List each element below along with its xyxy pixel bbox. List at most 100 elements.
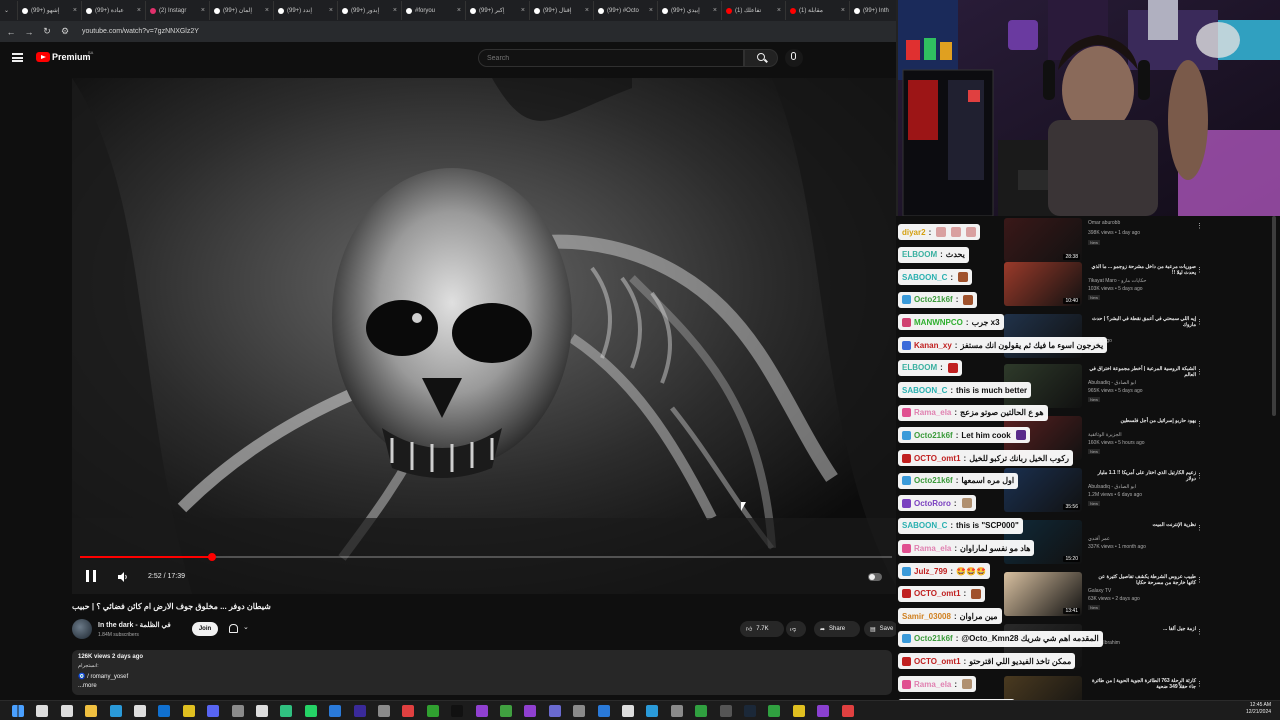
like-count[interactable]: 7.7K — [756, 626, 768, 632]
browser-tab[interactable]: #foryou × — [402, 1, 466, 20]
progress-bar[interactable] — [80, 553, 892, 561]
app-icon[interactable] — [597, 705, 610, 717]
reload-icon[interactable]: ↻ — [42, 26, 52, 37]
edge-icon[interactable] — [109, 705, 122, 717]
youtube-logo-icon[interactable] — [36, 52, 50, 62]
discord-icon[interactable] — [207, 705, 220, 717]
close-tab-icon[interactable]: × — [201, 7, 205, 14]
share-button[interactable]: ➦ Share — [814, 621, 860, 637]
app-icon[interactable] — [524, 705, 537, 717]
close-tab-icon[interactable]: × — [137, 7, 141, 14]
app-icon[interactable] — [402, 705, 415, 717]
scrollbar[interactable] — [1272, 216, 1276, 416]
browser-tab[interactable]: (99+) #Octo × — [594, 1, 658, 20]
browser-tab[interactable]: (99+) إلمان × — [210, 1, 274, 20]
more-options-icon[interactable]: ⋮ — [1196, 525, 1203, 536]
task-view-icon[interactable] — [60, 705, 73, 717]
app-icon[interactable] — [378, 705, 390, 717]
channel-name[interactable]: In the dark - في الظلمة — [98, 621, 171, 629]
app-icon[interactable] — [573, 705, 586, 717]
browser-tab[interactable]: (1) مقابلة × — [786, 1, 850, 20]
app-icon[interactable] — [670, 705, 683, 717]
outlook-icon[interactable] — [158, 705, 171, 717]
menu-icon[interactable] — [12, 53, 23, 62]
show-more-link[interactable]: ...more — [78, 683, 97, 689]
thumbs-up-icon[interactable]: 👍︎ — [746, 625, 752, 633]
video-player[interactable]: 2:52 / 17:39 — [72, 78, 900, 594]
start-icon[interactable] — [12, 705, 24, 717]
more-options-icon[interactable]: ⋮ — [1196, 577, 1203, 588]
save-button[interactable]: ▤ Save — [864, 621, 898, 637]
back-icon[interactable]: ← — [6, 27, 16, 37]
more-options-icon[interactable]: ⋮ — [1196, 267, 1203, 278]
whatsapp-icon[interactable] — [304, 705, 317, 717]
chrome-icon[interactable] — [792, 705, 805, 717]
description-box[interactable] — [72, 650, 892, 695]
store-icon[interactable] — [134, 705, 146, 717]
more-options-icon[interactable]: ⋮ — [1196, 421, 1203, 432]
bell-icon[interactable] — [229, 624, 238, 633]
browser-tab[interactable]: (2) Instagr × — [146, 1, 210, 20]
app-icon[interactable] — [256, 705, 268, 717]
volume-icon[interactable] — [118, 572, 128, 582]
more-options-icon[interactable]: ⋮ — [1196, 319, 1203, 330]
close-tab-icon[interactable]: × — [521, 7, 525, 14]
close-tab-icon[interactable]: × — [585, 7, 589, 14]
search-input[interactable] — [478, 49, 744, 67]
app-icon[interactable] — [646, 705, 659, 717]
chrome-icon[interactable] — [695, 705, 708, 717]
tab-list-chevron-icon[interactable]: ⌄ — [0, 1, 18, 20]
app-icon[interactable] — [841, 705, 854, 717]
browser-tab[interactable]: (99+) إبدور × — [338, 1, 402, 20]
browser-tab[interactable]: (99+) إندد × — [274, 1, 338, 20]
app-icon[interactable] — [548, 705, 561, 717]
steam-icon[interactable] — [744, 705, 756, 717]
channel-avatar[interactable] — [72, 619, 92, 639]
more-options-icon[interactable]: ⋮ — [1196, 473, 1203, 484]
app-icon[interactable] — [817, 705, 830, 717]
pause-icon[interactable] — [86, 570, 96, 582]
premiere-icon[interactable] — [353, 705, 366, 717]
search-taskbar-icon[interactable] — [36, 705, 49, 717]
youtube-brand[interactable]: Premium — [52, 52, 91, 62]
browser-tab[interactable]: (99+) عبادة × — [82, 1, 146, 20]
more-options-icon[interactable]: ⋮ — [1196, 369, 1203, 380]
more-options-icon[interactable]: ⋮ — [1196, 681, 1203, 692]
dislike-button[interactable]: 👎︎ — [786, 621, 806, 637]
search-button[interactable] — [744, 49, 778, 67]
description-link[interactable]: 🧿 / romany_yosef — [78, 673, 128, 680]
more-options-icon[interactable]: ⋮ — [1196, 629, 1203, 640]
app-icon[interactable] — [622, 705, 634, 717]
app-icon[interactable] — [719, 705, 732, 717]
close-tab-icon[interactable]: × — [73, 7, 77, 14]
system-clock[interactable]: 12:45 AM 12/21/2024 — [1246, 702, 1271, 716]
file-explorer-icon[interactable] — [85, 705, 98, 717]
browser-tab[interactable]: (99+) إشهو × — [18, 1, 82, 20]
join-button[interactable]: Join — [192, 622, 218, 636]
chevron-down-icon[interactable]: ⌄ — [243, 623, 249, 631]
close-tab-icon[interactable]: × — [457, 7, 461, 14]
site-info-icon[interactable]: ⚙ — [60, 26, 70, 37]
url-field[interactable]: youtube.com/watch?v=7gzNNXGlz2Y — [82, 28, 199, 35]
app-icon[interactable] — [475, 705, 488, 717]
tiktok-icon[interactable] — [451, 705, 464, 717]
app-icon[interactable] — [280, 705, 293, 717]
app-icon[interactable] — [231, 705, 244, 717]
close-tab-icon[interactable]: × — [329, 7, 333, 14]
browser-tab[interactable]: (99+) إكبر × — [466, 1, 530, 20]
more-options-icon[interactable]: ⋮ — [1196, 223, 1203, 234]
browser-tab[interactable]: (99+) Inth× — [850, 1, 900, 20]
app-icon[interactable] — [426, 705, 439, 717]
browser-tab[interactable]: (99+) إبيدي × — [658, 1, 722, 20]
close-tab-icon[interactable]: × — [393, 7, 397, 14]
voice-search-button[interactable] — [785, 49, 803, 67]
app-icon[interactable] — [329, 705, 342, 717]
chrome-icon[interactable] — [768, 705, 781, 717]
browser-tab[interactable]: (99+) إقنال × — [530, 1, 594, 20]
close-tab-icon[interactable]: × — [649, 7, 653, 14]
chrome-icon[interactable] — [182, 705, 195, 717]
autoplay-toggle-icon[interactable] — [868, 573, 882, 581]
browser-tab[interactable]: (1) تفاعلك × — [722, 1, 786, 20]
close-tab-icon[interactable]: × — [713, 7, 717, 14]
close-tab-icon[interactable]: × — [265, 7, 269, 14]
